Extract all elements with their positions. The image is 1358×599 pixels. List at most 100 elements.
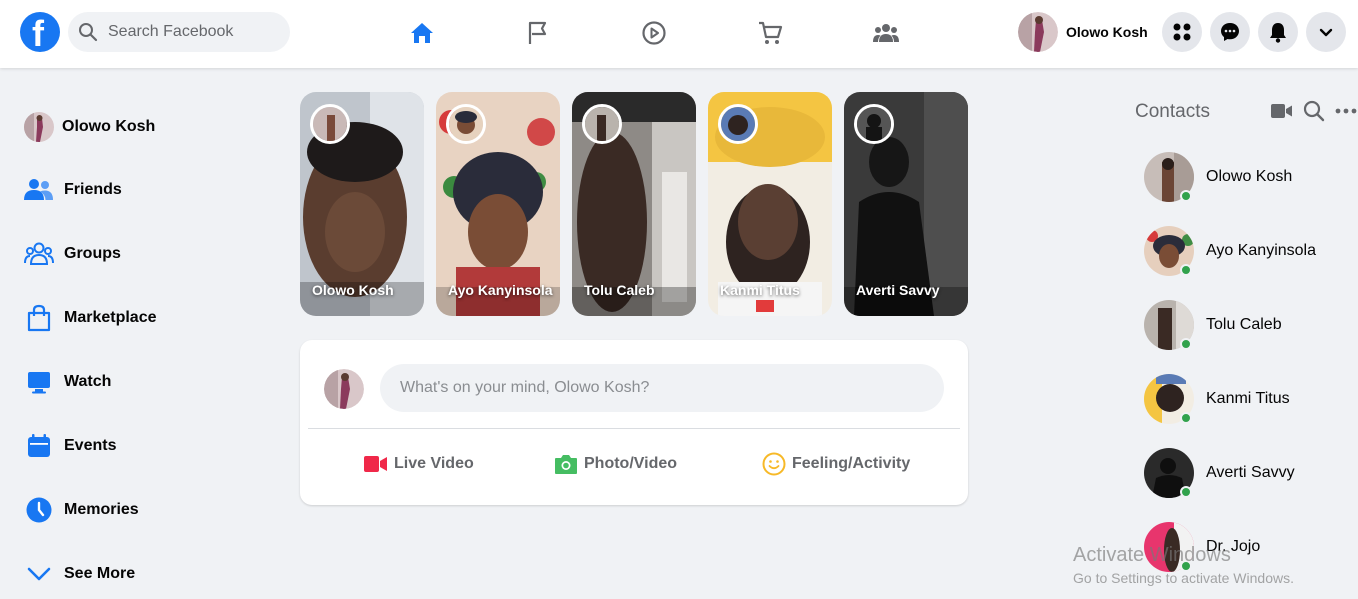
sidebar-item-label: Olowo Kosh bbox=[62, 118, 156, 135]
story-card[interactable]: Averti Savvy bbox=[844, 92, 968, 316]
sidebar-item-events[interactable]: Events bbox=[24, 426, 116, 466]
online-status-dot bbox=[1180, 264, 1192, 276]
action-label: Feeling/Activity bbox=[792, 455, 911, 472]
avatar bbox=[24, 112, 54, 142]
sidebar-item-profile[interactable]: Olowo Kosh bbox=[24, 107, 155, 147]
home-icon bbox=[411, 23, 433, 43]
sidebar-item-label: Friends bbox=[64, 181, 122, 198]
pages-flag-icon bbox=[528, 21, 547, 44]
marketplace-cart-icon bbox=[759, 21, 783, 44]
avatar bbox=[1144, 152, 1194, 202]
contact-item[interactable]: Ayo Kanyinsola bbox=[1144, 226, 1316, 276]
story-card[interactable]: Ayo Kanyinsola bbox=[436, 92, 560, 316]
menu-grid-icon bbox=[1173, 23, 1191, 41]
chevron-down-icon bbox=[27, 567, 51, 581]
sidebar-item-label: Groups bbox=[64, 245, 121, 262]
sidebar-item-label: See More bbox=[64, 565, 136, 582]
clock-icon bbox=[26, 497, 52, 523]
video-camera-icon bbox=[1271, 104, 1292, 118]
contact-name: Ayo Kanyinsola bbox=[1206, 242, 1316, 259]
story-avatar bbox=[310, 104, 350, 144]
account-chevron-down-icon bbox=[1319, 28, 1333, 37]
story-name: Tolu Caleb bbox=[584, 282, 655, 298]
friends-icon bbox=[24, 179, 53, 200]
search-placeholder: Search Facebook bbox=[108, 23, 234, 40]
feeling-smiley-icon bbox=[762, 452, 786, 476]
avatar bbox=[1144, 448, 1194, 498]
contact-name: Tolu Caleb bbox=[1206, 316, 1282, 333]
contact-item[interactable]: Averti Savvy bbox=[1144, 448, 1295, 498]
contact-item[interactable]: Kanmi Titus bbox=[1144, 374, 1290, 424]
account-button[interactable] bbox=[1306, 12, 1346, 52]
whats-on-your-mind-input[interactable]: What's on your mind, Olowo Kosh? bbox=[380, 364, 944, 412]
contact-item[interactable]: Olowo Kosh bbox=[1144, 152, 1292, 202]
sidebar-item-label: Marketplace bbox=[64, 309, 157, 326]
sidebar-item-label: Memories bbox=[64, 501, 139, 518]
more-dots-icon bbox=[1335, 108, 1357, 114]
contact-name: Kanmi Titus bbox=[1206, 390, 1290, 407]
contacts-options-button[interactable] bbox=[1334, 99, 1358, 123]
post-composer: What's on your mind, Olowo Kosh? Live Vi… bbox=[300, 340, 968, 505]
online-status-dot bbox=[1180, 486, 1192, 498]
story-card[interactable]: Tolu Caleb bbox=[572, 92, 696, 316]
watermark-title: Activate Windows bbox=[1073, 544, 1231, 566]
contact-name: Olowo Kosh bbox=[1206, 168, 1293, 185]
nav-groups[interactable] bbox=[866, 14, 906, 52]
contact-name: Averti Savvy bbox=[1206, 464, 1295, 481]
photo-video-icon bbox=[555, 455, 577, 474]
story-name: Kanmi Titus bbox=[720, 282, 800, 298]
search-icon bbox=[79, 23, 98, 42]
nav-marketplace[interactable] bbox=[750, 14, 790, 52]
sidebar-item-groups[interactable]: Groups bbox=[24, 234, 121, 274]
notifications-button[interactable] bbox=[1258, 12, 1298, 52]
top-profile-link[interactable]: Olowo Kosh bbox=[1018, 12, 1148, 52]
story-card[interactable]: Kanmi Titus bbox=[708, 92, 832, 316]
avatar bbox=[1144, 374, 1194, 424]
story-avatar bbox=[582, 104, 622, 144]
calendar-icon bbox=[28, 434, 50, 457]
sidebar-item-marketplace[interactable]: Marketplace bbox=[24, 298, 157, 338]
messenger-button[interactable] bbox=[1210, 12, 1250, 52]
feeling-activity-button[interactable]: Feeling/Activity bbox=[762, 450, 910, 478]
sidebar-item-memories[interactable]: Memories bbox=[24, 490, 139, 530]
sidebar-item-see-more[interactable]: See More bbox=[24, 554, 135, 594]
top-navbar: f Search Facebook Olowo Kosh bbox=[0, 0, 1358, 68]
menu-button[interactable] bbox=[1162, 12, 1202, 52]
nav-watch[interactable] bbox=[634, 14, 674, 52]
online-status-dot bbox=[1180, 338, 1192, 350]
sidebar-item-friends[interactable]: Friends bbox=[24, 170, 122, 210]
contacts-search-button[interactable] bbox=[1302, 99, 1326, 123]
sidebar-item-label: Watch bbox=[64, 373, 112, 390]
live-video-button[interactable]: Live Video bbox=[364, 450, 474, 478]
watermark-subtitle: Go to Settings to activate Windows. bbox=[1073, 570, 1294, 586]
action-label: Live Video bbox=[394, 455, 474, 472]
composer-divider bbox=[308, 428, 960, 429]
groups-icon bbox=[24, 242, 54, 265]
photo-video-button[interactable]: Photo/Video bbox=[554, 450, 677, 478]
avatar bbox=[324, 369, 364, 409]
story-avatar bbox=[854, 104, 894, 144]
sidebar-item-label: Events bbox=[64, 437, 117, 454]
search-input[interactable]: Search Facebook bbox=[68, 12, 290, 52]
sidebar-item-watch[interactable]: Watch bbox=[24, 362, 111, 402]
windows-activation-watermark: Activate Windows Go to Settings to activ… bbox=[1073, 544, 1294, 586]
new-room-button[interactable] bbox=[1270, 99, 1294, 123]
online-status-dot bbox=[1180, 412, 1192, 424]
contacts-title: Contacts bbox=[1135, 101, 1210, 122]
story-avatar bbox=[446, 104, 486, 144]
composer-placeholder: What's on your mind, Olowo Kosh? bbox=[400, 379, 650, 396]
nav-pages[interactable] bbox=[518, 14, 558, 52]
nav-home[interactable] bbox=[402, 14, 442, 52]
story-name: Averti Savvy bbox=[856, 282, 940, 298]
watch-monitor-icon bbox=[28, 372, 50, 394]
watch-play-icon bbox=[642, 21, 666, 45]
facebook-logo-icon[interactable]: f bbox=[20, 12, 60, 54]
story-name: Ayo Kanyinsola bbox=[448, 282, 553, 298]
online-status-dot bbox=[1180, 190, 1192, 202]
contact-item[interactable]: Tolu Caleb bbox=[1144, 300, 1282, 350]
action-label: Photo/Video bbox=[584, 455, 678, 472]
marketplace-bag-icon bbox=[27, 304, 51, 332]
story-card[interactable]: Olowo Kosh bbox=[300, 92, 424, 316]
avatar bbox=[1018, 12, 1058, 52]
messenger-icon bbox=[1221, 23, 1239, 41]
